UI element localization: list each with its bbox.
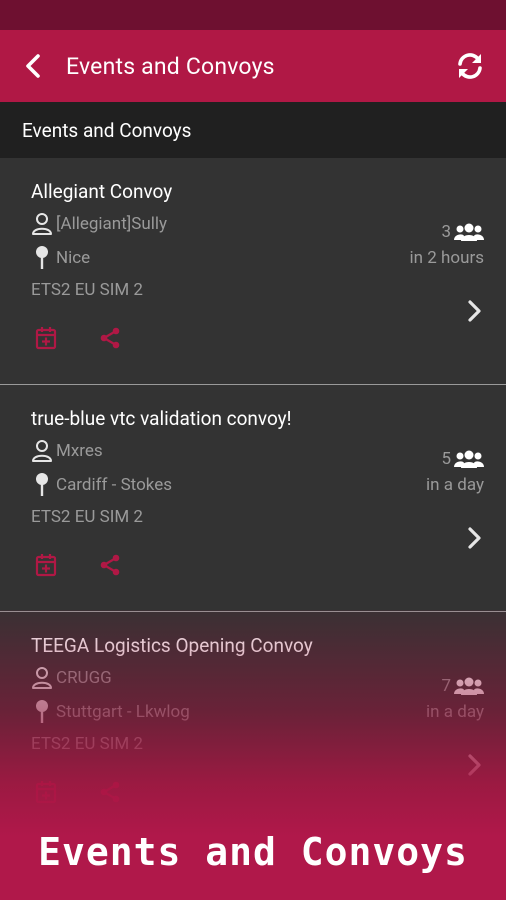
event-organizer: CRUGG (31, 666, 112, 690)
event-location: Stuttgart - Lkwlog (31, 700, 190, 724)
location-name: Nice (56, 248, 91, 268)
event-server: ETS2 EU SIM 2 (31, 734, 143, 754)
page-title: Events and Convoys (66, 52, 275, 80)
participant-count: 5 (441, 449, 451, 469)
organizer-name: Mxres (56, 441, 103, 461)
chevron-right-icon[interactable] (466, 298, 484, 324)
calendar-add-icon (35, 554, 57, 577)
pin-icon (31, 246, 53, 270)
pin-icon (31, 700, 53, 724)
organizer-name: CRUGG (56, 668, 112, 688)
event-location: Cardiff - Stokes (31, 473, 172, 497)
event-time: in a day (426, 475, 484, 495)
event-stats: 5 in a day (426, 447, 484, 495)
add-to-calendar-button[interactable] (33, 552, 59, 578)
event-title: true-blue vtc validation convoy! (31, 407, 292, 430)
back-button[interactable] (0, 30, 66, 102)
event-server: ETS2 EU SIM 2 (31, 507, 143, 527)
group-icon (454, 450, 484, 468)
event-stats: 7 in a day (426, 674, 484, 722)
event-location: Nice (31, 246, 90, 270)
location-name: Cardiff - Stokes (56, 475, 173, 495)
calendar-add-icon (35, 327, 57, 350)
event-server: ETS2 EU SIM 2 (31, 280, 143, 300)
refresh-icon (458, 53, 482, 79)
event-time: in a day (426, 702, 484, 722)
pin-icon (31, 473, 53, 497)
event-actions (33, 325, 161, 351)
participant-count: 7 (441, 676, 451, 696)
event-organizer: [Allegiant]Sully (31, 212, 167, 236)
event-stats: 3 in 2 hours (410, 220, 484, 268)
user-icon (31, 212, 53, 236)
share-icon (100, 327, 120, 349)
organizer-name: [Allegiant]Sully (56, 214, 168, 234)
event-title: Allegiant Convoy (31, 180, 173, 203)
participant-count: 3 (441, 222, 451, 242)
event-organizer: Mxres (31, 439, 103, 463)
status-bar (0, 0, 506, 30)
event-card[interactable]: true-blue vtc validation convoy! Mxres C… (0, 385, 506, 612)
user-icon (31, 439, 53, 463)
promo-banner-text: Events and Convoys (38, 830, 468, 874)
event-time: in 2 hours (409, 248, 484, 268)
user-icon (31, 666, 53, 690)
chevron-right-icon[interactable] (466, 752, 484, 778)
section-header: Events and Convoys (0, 102, 506, 158)
share-icon (100, 781, 120, 803)
share-icon (100, 554, 120, 576)
share-button[interactable] (97, 552, 123, 578)
back-arrow-icon (26, 54, 40, 78)
group-icon (454, 677, 484, 695)
chevron-right-icon[interactable] (466, 525, 484, 551)
event-card[interactable]: TEEGA Logistics Opening Convoy CRUGG Stu… (0, 612, 506, 839)
events-list: Allegiant Convoy [Allegiant]Sully Nice E… (0, 158, 506, 839)
event-card[interactable]: Allegiant Convoy [Allegiant]Sully Nice E… (0, 158, 506, 385)
event-actions (33, 779, 161, 805)
add-to-calendar-button[interactable] (33, 779, 59, 805)
add-to-calendar-button[interactable] (33, 325, 59, 351)
location-name: Stuttgart - Lkwlog (56, 702, 190, 722)
group-icon (454, 223, 484, 241)
share-button[interactable] (97, 779, 123, 805)
share-button[interactable] (97, 325, 123, 351)
calendar-add-icon (35, 781, 57, 804)
app-bar: Events and Convoys (0, 30, 506, 102)
event-title: TEEGA Logistics Opening Convoy (31, 634, 313, 657)
refresh-button[interactable] (454, 50, 486, 82)
event-actions (33, 552, 161, 578)
